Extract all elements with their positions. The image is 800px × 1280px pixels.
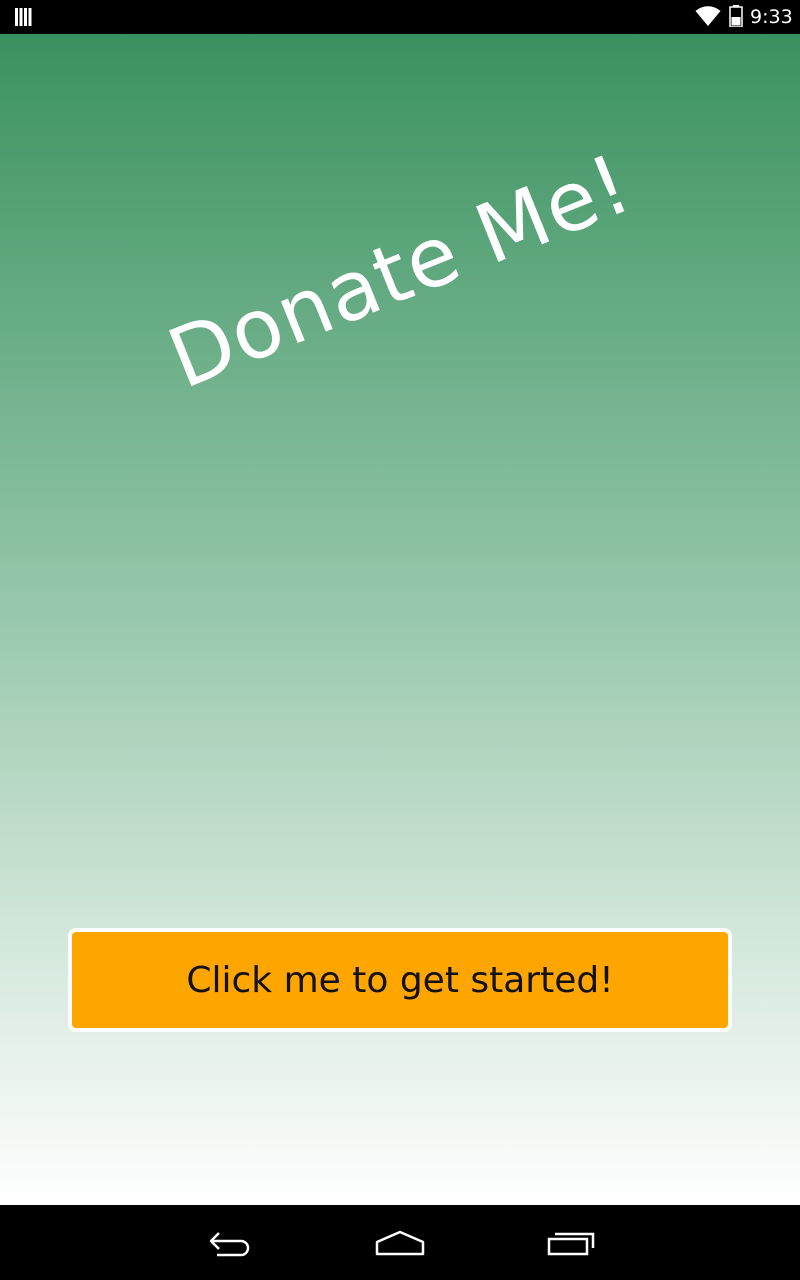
back-button[interactable] [202,1223,258,1263]
wifi-icon [695,6,721,26]
app-screen: 9:33 Donate Me! Click me to get started! [0,0,800,1280]
get-started-button[interactable]: Click me to get started! [68,928,732,1032]
battery-icon [729,5,743,27]
home-icon [375,1230,425,1256]
home-button[interactable] [372,1223,428,1263]
status-clock: 9:33 [750,6,793,28]
recents-icon [547,1232,595,1256]
headline: Donate Me! [155,136,645,408]
notification-icon [15,8,32,26]
recents-button[interactable] [543,1223,599,1263]
status-bar: 9:33 [0,0,800,34]
back-icon [209,1232,250,1257]
main-content: Donate Me! Click me to get started! [0,34,800,1205]
navigation-bar [0,1205,800,1280]
